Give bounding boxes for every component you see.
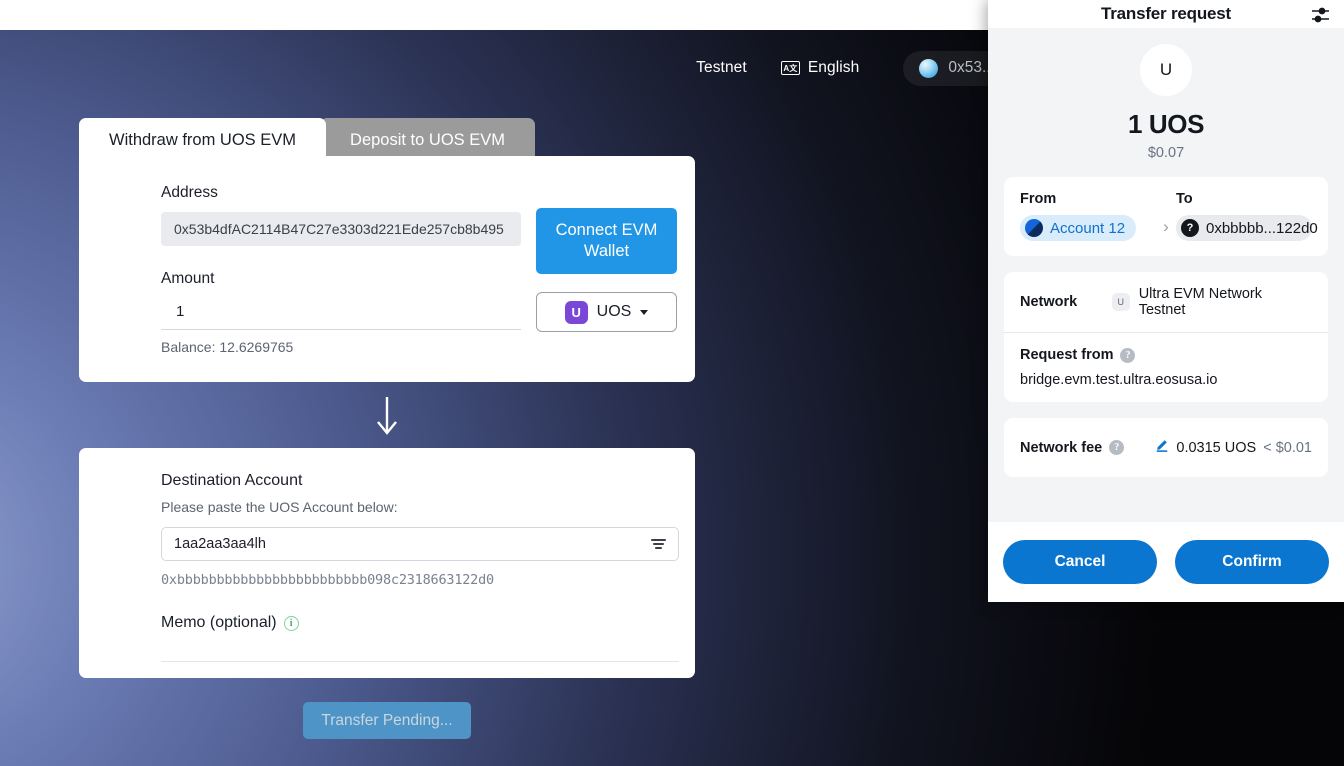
- destination-evm-address: 0xbbbbbbbbbbbbbbbbbbbbbbbb098c2318663122…: [161, 572, 494, 588]
- divider: [1004, 332, 1328, 333]
- destination-account-title: Destination Account: [161, 472, 303, 489]
- network-label: Testnet: [696, 59, 747, 76]
- info-icon[interactable]: i: [283, 615, 299, 631]
- transfer-amount-fiat: $0.07: [1147, 145, 1185, 161]
- amount-value: 1: [176, 303, 185, 320]
- request-from-label: Request from: [1020, 347, 1114, 363]
- balance-label: Balance: 12.6269765: [161, 339, 294, 355]
- panel-header: Transfer request: [988, 0, 1344, 28]
- language-selector[interactable]: A文 English: [780, 59, 860, 77]
- network-row: Network U Ultra EVM Network Testnet: [1020, 286, 1312, 318]
- screen-root: A Testnet A文 English 0x53...b8b49 Withdr…: [0, 0, 1344, 766]
- amount-input[interactable]: 1: [161, 301, 521, 330]
- network-name: Ultra EVM Network Testnet: [1138, 286, 1262, 318]
- panel-title: Transfer request: [1100, 4, 1232, 23]
- caret-down-icon: [640, 309, 649, 315]
- panel-body: U 1 UOS $0.07 From Account 12 › To ? 0xb…: [988, 28, 1344, 522]
- request-from-row: Request from ? bridge.evm.test.ultra.eos…: [1020, 347, 1312, 388]
- memo-label: Memo (optional): [161, 614, 277, 631]
- panel-to-column: To ? 0xbbbbb...122d0: [1176, 191, 1318, 241]
- from-to-card: From Account 12 › To ? 0xbbbbb...122d0: [1004, 177, 1328, 256]
- request-from-url: bridge.evm.test.ultra.eosusa.io: [1020, 372, 1218, 388]
- from-card: Address 0x53b4dfAC2114B47C27e3303d221Ede…: [79, 156, 695, 382]
- list-options-icon[interactable]: [651, 539, 666, 549]
- unknown-account-icon: ?: [1181, 219, 1199, 237]
- panel-to-label: To: [1176, 191, 1193, 207]
- edit-pencil-icon[interactable]: [1155, 438, 1169, 457]
- network-fee-label: Network fee: [1020, 439, 1103, 456]
- transfer-pending-button: Transfer Pending...: [303, 702, 471, 739]
- token-avatar: U: [1140, 44, 1192, 96]
- tab-withdraw-from-uos-evm[interactable]: Withdraw from UOS EVM: [79, 118, 327, 163]
- destination-account-input[interactable]: 1aa2aa3aa4lh: [161, 527, 679, 561]
- connect-evm-wallet-button[interactable]: Connect EVM Wallet: [536, 208, 677, 275]
- tab-withdraw-label: Withdraw from UOS EVM: [109, 131, 297, 149]
- address-label: Address: [161, 184, 218, 201]
- evm-address-value: 0x53b4dfAC2114B47C27e3303d221Ede257cb8b4…: [174, 221, 504, 237]
- help-icon[interactable]: ?: [1120, 347, 1136, 363]
- panel-to-account-label: 0xbbbbb...122d0: [1206, 219, 1318, 237]
- sliders-icon[interactable]: [1310, 5, 1332, 30]
- network-fee-card: Network fee ? 0.0315 UOS < $0.01: [1004, 418, 1328, 477]
- panel-to-account[interactable]: ? 0xbbbbb...122d0: [1176, 215, 1318, 241]
- network-fee-amount: 0.0315 UOS: [1176, 439, 1257, 456]
- ultra-network-icon: U: [1111, 293, 1130, 311]
- destination-account-subtitle: Please paste the UOS Account below:: [161, 499, 398, 515]
- destination-account-value: 1aa2aa3aa4lh: [174, 536, 266, 552]
- chevron-right-icon: ›: [1163, 217, 1169, 236]
- panel-from-account-label: Account 12: [1050, 219, 1126, 237]
- confirm-button[interactable]: Confirm: [1175, 540, 1329, 584]
- panel-from-column: From Account 12: [1020, 191, 1156, 242]
- panel-from-account[interactable]: Account 12: [1020, 215, 1137, 241]
- network-indicator[interactable]: Testnet: [696, 59, 747, 77]
- memo-label-row: Memo (optional) i: [161, 614, 695, 632]
- transfer-amount: 1 UOS: [1127, 109, 1205, 139]
- panel-footer: Cancel Confirm: [988, 522, 1344, 602]
- globe-icon: [919, 58, 939, 78]
- account-avatar-icon: [1025, 219, 1043, 237]
- to-card: Destination Account Please paste the UOS…: [79, 448, 695, 678]
- memo-input[interactable]: [161, 658, 679, 662]
- arrow-down-icon: [373, 395, 401, 437]
- network-fee-row: Network fee ? 0.0315 UOS < $0.01: [1020, 438, 1312, 457]
- token-selector-button[interactable]: U UOS: [536, 292, 677, 332]
- cancel-button[interactable]: Cancel: [1003, 540, 1157, 584]
- help-icon[interactable]: ?: [1109, 440, 1125, 455]
- evm-address-input[interactable]: 0x53b4dfAC2114B47C27e3303d221Ede257cb8b4…: [161, 212, 521, 246]
- panel-from-label: From: [1020, 191, 1057, 207]
- token-symbol-label: UOS: [596, 303, 632, 320]
- language-label: English: [807, 59, 860, 76]
- translate-icon: A文: [780, 61, 800, 75]
- uos-token-icon: U: [564, 300, 588, 324]
- transfer-request-panel: Transfer request U 1 UOS $0.07 From Acco…: [988, 0, 1344, 602]
- network-fee-fiat: < $0.01: [1263, 439, 1312, 456]
- tab-deposit-label: Deposit to UOS EVM: [350, 131, 506, 149]
- network-label: Network: [1020, 294, 1078, 310]
- network-and-request-card: Network U Ultra EVM Network Testnet Requ…: [1004, 272, 1328, 402]
